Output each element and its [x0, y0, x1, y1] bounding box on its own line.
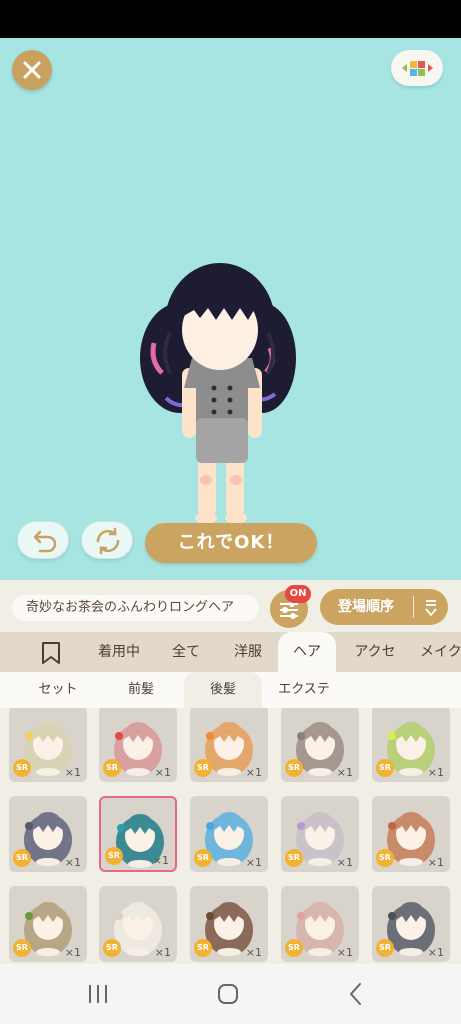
rarity-badge: SR: [13, 849, 31, 867]
rarity-badge: SR: [103, 759, 121, 777]
sort-direction-icon[interactable]: [418, 589, 444, 625]
undo-button[interactable]: [17, 521, 69, 559]
selected-item-name: 奇妙なお茶会のふんわりロングヘア: [12, 595, 259, 621]
rarity-badge: SR: [105, 847, 123, 865]
rotate-icon: [96, 527, 120, 555]
avatar-preview-stage: これでOK！: [0, 38, 461, 580]
rarity-badge: SR: [376, 939, 394, 957]
undo-icon: [33, 530, 57, 553]
rarity-badge: SR: [285, 849, 303, 867]
subtab-back-hair[interactable]: 後髪: [184, 672, 262, 708]
subtab-extensions[interactable]: エクステ: [264, 672, 344, 708]
tab-all[interactable]: 全て: [162, 632, 210, 672]
tab-makeup[interactable]: メイク: [420, 632, 461, 672]
hair-item-card[interactable]: SR ×1: [190, 708, 268, 782]
item-quantity: ×1: [64, 766, 81, 779]
palette-icon: [402, 61, 433, 76]
item-quantity: ×1: [64, 946, 81, 959]
hair-subtabs: セット 前髪 後髪 エクステ: [0, 672, 461, 708]
android-nav-bar: [0, 964, 461, 1024]
rarity-badge: SR: [285, 939, 303, 957]
item-quantity: ×1: [154, 766, 171, 779]
item-quantity: ×1: [427, 766, 444, 779]
tab-wearing[interactable]: 着用中: [90, 632, 148, 672]
hair-item-card[interactable]: SR ×1: [9, 796, 87, 872]
avatar-character: [140, 263, 296, 545]
sort-label: 登場順序: [338, 599, 394, 615]
rarity-badge: SR: [376, 849, 394, 867]
rarity-badge: SR: [376, 759, 394, 777]
item-quantity: ×1: [154, 946, 171, 959]
status-bar: [0, 0, 461, 38]
hair-item-card[interactable]: SR ×1: [372, 796, 450, 872]
hair-item-card[interactable]: SR ×1: [281, 886, 359, 962]
item-quantity: ×1: [152, 854, 169, 867]
wardrobe-panel: 奇妙なお茶会のふんわりロングヘア ON 登場順序 着用中 全て 洋服 ヘア アク…: [0, 580, 461, 964]
bookmark-icon[interactable]: [36, 632, 66, 672]
rarity-badge: SR: [194, 759, 212, 777]
item-quantity: ×1: [245, 856, 262, 869]
hair-item-card[interactable]: SR ×1: [99, 796, 177, 872]
hair-item-card[interactable]: SR ×1: [190, 796, 268, 872]
rarity-badge: SR: [194, 939, 212, 957]
filter-on-badge: ON: [285, 585, 311, 603]
rarity-badge: SR: [13, 939, 31, 957]
home-icon[interactable]: [208, 976, 248, 1012]
palette-button[interactable]: [391, 50, 443, 86]
item-quantity: ×1: [64, 856, 81, 869]
item-quantity: ×1: [336, 856, 353, 869]
hair-item-card[interactable]: SR ×1: [281, 708, 359, 782]
hair-item-card[interactable]: SR ×1: [372, 886, 450, 962]
item-quantity: ×1: [427, 856, 444, 869]
item-quantity: ×1: [336, 946, 353, 959]
hair-item-card[interactable]: SR ×1: [99, 708, 177, 782]
hair-item-card[interactable]: SR ×1: [9, 886, 87, 962]
recent-apps-icon[interactable]: [78, 976, 118, 1012]
rarity-badge: SR: [285, 759, 303, 777]
hair-item-card[interactable]: SR ×1: [190, 886, 268, 962]
hair-item-card[interactable]: SR ×1: [99, 886, 177, 962]
rotate-button[interactable]: [81, 521, 133, 559]
sort-order-button[interactable]: 登場順序: [320, 589, 448, 625]
back-icon[interactable]: [336, 976, 376, 1012]
subtab-set[interactable]: セット: [18, 672, 98, 708]
tab-hair[interactable]: ヘア: [278, 632, 336, 672]
subtab-bangs[interactable]: 前髪: [100, 672, 182, 708]
confirm-ok-button[interactable]: これでOK！: [145, 523, 317, 563]
hair-item-grid: SR ×1 SR ×1 SR ×1 SR ×1 SR ×1 SR ×1 SR ×1 SR ×1 SR ×1 SR ×1…: [0, 708, 461, 964]
rarity-badge: SR: [13, 759, 31, 777]
hair-item-card[interactable]: SR ×1: [9, 708, 87, 782]
close-icon: [23, 61, 41, 79]
item-quantity: ×1: [245, 766, 262, 779]
item-quantity: ×1: [245, 946, 262, 959]
category-tabs: 着用中 全て 洋服 ヘア アクセ メイク: [0, 632, 461, 672]
rarity-badge: SR: [103, 939, 121, 957]
item-quantity: ×1: [336, 766, 353, 779]
sort-divider: [413, 596, 414, 618]
rarity-badge: SR: [194, 849, 212, 867]
hair-item-card[interactable]: SR ×1: [372, 708, 450, 782]
close-button[interactable]: [12, 50, 52, 90]
tab-accessories[interactable]: アクセ: [346, 632, 404, 672]
hair-item-card[interactable]: SR ×1: [281, 796, 359, 872]
item-quantity: ×1: [427, 946, 444, 959]
tab-clothes[interactable]: 洋服: [224, 632, 272, 672]
